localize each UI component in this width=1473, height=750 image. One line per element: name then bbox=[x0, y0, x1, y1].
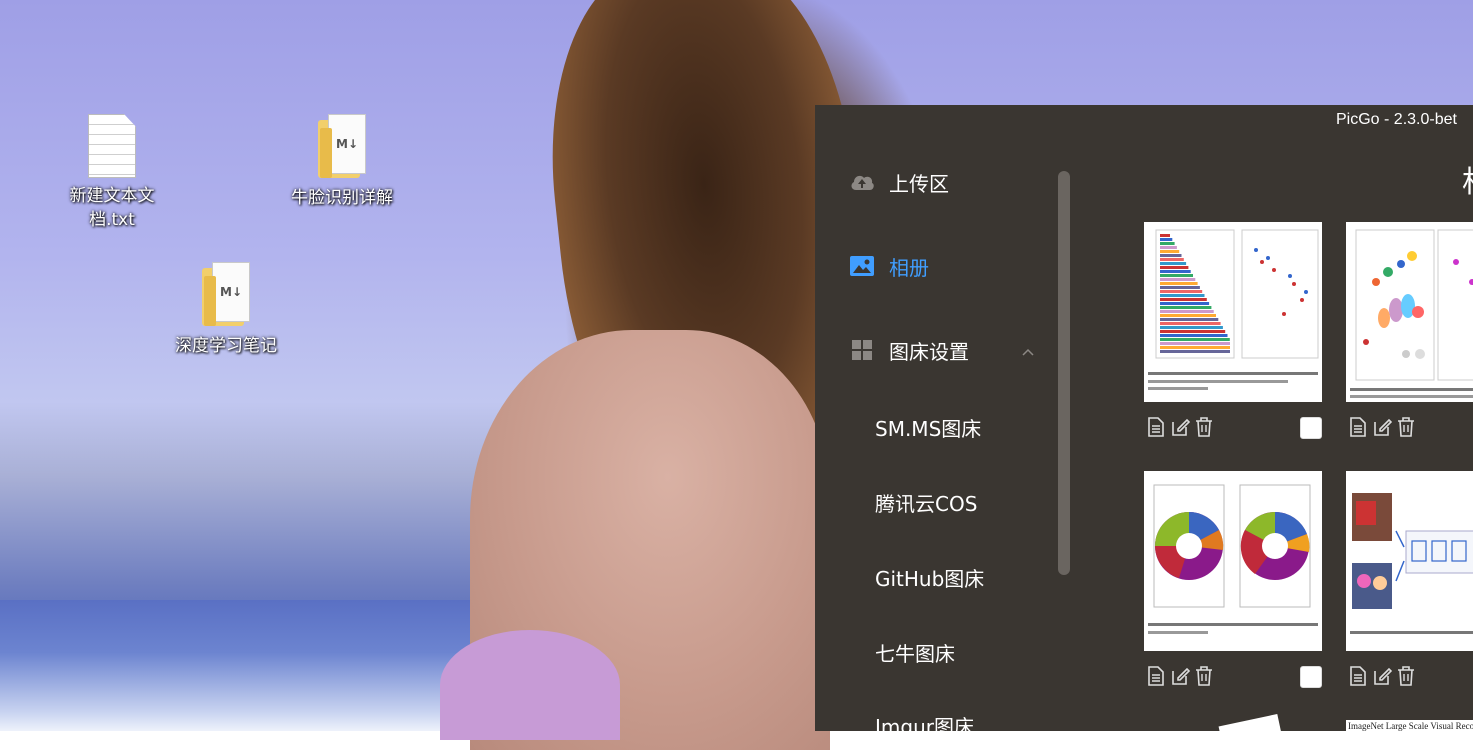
sub-item-github[interactable]: GitHub图床 bbox=[875, 559, 984, 599]
sub-item-qiniu[interactable]: 七牛图床 bbox=[875, 634, 955, 674]
edit-icon[interactable] bbox=[1168, 664, 1192, 688]
menu-item-label: 相册 bbox=[889, 255, 929, 280]
desktop-icon-deep-learning[interactable]: M↓ 深度学习笔记 bbox=[166, 262, 286, 358]
title-bar[interactable]: PicGo - 2.3.0-bet bbox=[815, 105, 1473, 137]
thumb-caption: ImageNet Large Scale Visual Recognition … bbox=[1348, 721, 1473, 731]
picgo-window: PicGo - 2.3.0-bet 上传区 相册 图床设置 SM.MS图床 腾讯… bbox=[815, 105, 1473, 731]
thumb-actions bbox=[1346, 414, 1418, 440]
thumbnail-image bbox=[1144, 471, 1322, 651]
desktop-icon-label: 深度学习笔记 bbox=[175, 336, 277, 356]
thumb-partial[interactable] bbox=[1218, 713, 1282, 731]
sidebar-scrollbar[interactable] bbox=[1058, 171, 1070, 575]
window-title: PicGo - 2.3.0-bet bbox=[1336, 111, 1457, 128]
markdown-file-icon: M↓ bbox=[317, 114, 367, 180]
sidebar: 上传区 相册 图床设置 SM.MS图床 腾讯云COS GitHub图床 七牛图床… bbox=[815, 137, 1070, 731]
thumb-bar bbox=[1160, 338, 1230, 341]
thumb-bubble-chart-paper[interactable] bbox=[1346, 222, 1473, 402]
thumb-bar bbox=[1160, 346, 1230, 349]
thumb-bar bbox=[1160, 302, 1210, 305]
thumb-bar bbox=[1160, 254, 1182, 257]
thumbnail-image bbox=[1144, 222, 1322, 402]
thumb-bar bbox=[1160, 294, 1205, 297]
thumb-bar bbox=[1160, 314, 1216, 317]
grid-icon bbox=[849, 337, 875, 363]
desktop-icon-label: 新建文本文 bbox=[69, 186, 155, 206]
thumb-bar bbox=[1160, 258, 1184, 261]
thumbnail-image bbox=[1346, 222, 1473, 402]
thumb-bar bbox=[1160, 326, 1223, 329]
thumb-actions bbox=[1144, 663, 1216, 689]
thumb-bar bbox=[1160, 266, 1189, 269]
thumb-donut-charts-paper[interactable] bbox=[1144, 471, 1322, 651]
text-file-icon bbox=[87, 114, 137, 180]
thumb-bar bbox=[1160, 270, 1191, 273]
menu-item-pic-bed-settings[interactable]: 图床设置 bbox=[815, 322, 1055, 378]
delete-icon[interactable] bbox=[1394, 415, 1418, 439]
thumbnail-image bbox=[1346, 471, 1473, 651]
image-icon bbox=[849, 253, 875, 279]
thumb-bar bbox=[1160, 238, 1173, 241]
gallery-panel: 相 bbox=[1070, 137, 1473, 731]
copy-link-icon[interactable] bbox=[1346, 415, 1370, 439]
thumb-bar bbox=[1160, 310, 1214, 313]
sub-item-imgur[interactable]: Imgur图床 bbox=[875, 707, 974, 731]
copy-link-icon[interactable] bbox=[1144, 664, 1168, 688]
thumb-bar bbox=[1160, 342, 1230, 345]
thumb-bar bbox=[1160, 306, 1212, 309]
md-badge: M↓ bbox=[328, 114, 366, 174]
wallpaper-scarf bbox=[440, 630, 620, 740]
delete-icon[interactable] bbox=[1394, 664, 1418, 688]
desktop-icon-new-text-file[interactable]: 新建文本文 档.txt bbox=[52, 114, 172, 232]
thumb-bar bbox=[1160, 250, 1180, 253]
chevron-up-icon[interactable] bbox=[1021, 340, 1035, 356]
delete-icon[interactable] bbox=[1192, 415, 1216, 439]
edit-icon[interactable] bbox=[1370, 664, 1394, 688]
thumb-bar bbox=[1160, 334, 1228, 337]
desktop-icon-label: 档.txt bbox=[89, 210, 135, 230]
thumb-mobilenets-figure[interactable] bbox=[1346, 471, 1473, 651]
thumb-bar bbox=[1160, 278, 1196, 281]
menu-item-label: 上传区 bbox=[889, 171, 949, 196]
thumb-bar bbox=[1160, 286, 1200, 289]
menu-item-upload[interactable]: 上传区 bbox=[815, 154, 1055, 210]
thumb-bar bbox=[1160, 318, 1219, 321]
markdown-file-icon: M↓ bbox=[201, 262, 251, 328]
md-badge: M↓ bbox=[212, 262, 250, 322]
copy-link-icon[interactable] bbox=[1346, 664, 1370, 688]
desktop-icon-cattle-face[interactable]: M↓ 牛脸识别详解 bbox=[282, 114, 402, 210]
select-checkbox[interactable] bbox=[1300, 666, 1322, 688]
sub-item-smms[interactable]: SM.MS图床 bbox=[875, 409, 981, 449]
thumb-bar bbox=[1160, 350, 1230, 353]
thumb-bar bbox=[1160, 274, 1193, 277]
thumb-bar bbox=[1160, 246, 1177, 249]
edit-icon[interactable] bbox=[1370, 415, 1394, 439]
sub-item-tencent-cos[interactable]: 腾讯云COS bbox=[875, 484, 977, 524]
thumb-bar bbox=[1160, 234, 1170, 237]
thumb-partial[interactable]: ImageNet Large Scale Visual Recognition … bbox=[1346, 720, 1473, 731]
copy-link-icon[interactable] bbox=[1144, 415, 1168, 439]
thumb-bar bbox=[1160, 322, 1221, 325]
thumb-bar bbox=[1160, 282, 1198, 285]
desktop-icon-label: 牛脸识别详解 bbox=[291, 188, 393, 208]
delete-icon[interactable] bbox=[1192, 664, 1216, 688]
thumb-bar bbox=[1160, 242, 1175, 245]
thumb-bar bbox=[1160, 262, 1187, 265]
thumb-bar bbox=[1160, 298, 1207, 301]
thumb-actions bbox=[1346, 663, 1418, 689]
edit-icon[interactable] bbox=[1168, 415, 1192, 439]
select-checkbox[interactable] bbox=[1300, 417, 1322, 439]
thumb-bar bbox=[1160, 290, 1203, 293]
thumb-bar-chart-paper[interactable] bbox=[1144, 222, 1322, 402]
page-title: 相 bbox=[1462, 157, 1473, 201]
menu-item-label: 图床设置 bbox=[889, 339, 969, 364]
menu-item-gallery[interactable]: 相册 bbox=[815, 238, 1055, 294]
thumb-bar bbox=[1160, 330, 1226, 333]
thumb-actions bbox=[1144, 414, 1216, 440]
cloud-upload-icon bbox=[849, 169, 875, 195]
